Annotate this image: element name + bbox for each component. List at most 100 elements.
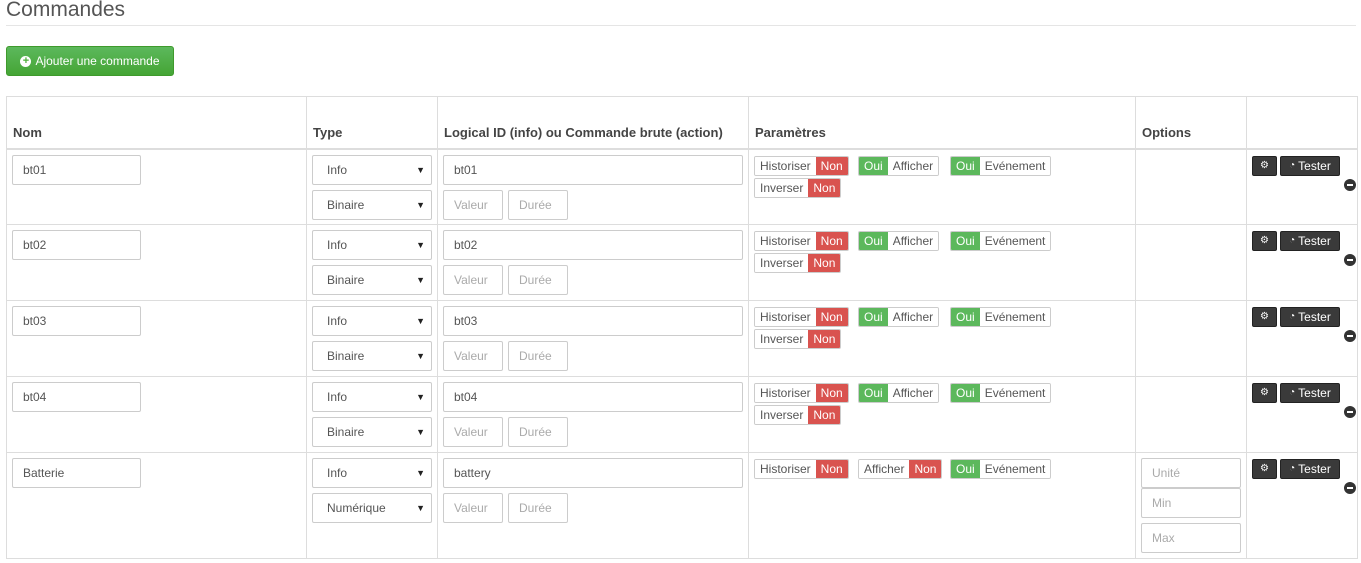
name-input[interactable]: bt04 [12, 382, 141, 412]
cell-params: Historiser Non Oui Afficher Oui Evénement Inve… [748, 224, 1136, 301]
test-button[interactable]: ◔ Tester [1280, 307, 1340, 327]
evenement-label: Evénement [979, 156, 1051, 175]
afficher-state: Oui [859, 384, 888, 402]
duration-input[interactable]: Durée [508, 493, 568, 523]
cell-type: Info ▼ Numérique ▼ [306, 452, 438, 559]
caret-down-icon: ▼ [416, 240, 425, 250]
type-select[interactable]: Info ▼ [312, 458, 432, 488]
afficher-toggle[interactable]: Oui Afficher [858, 155, 940, 176]
cell-options [1135, 376, 1247, 453]
test-button[interactable]: ◔ Tester [1280, 231, 1340, 251]
historiser-toggle[interactable]: Historiser Non [754, 155, 849, 176]
type-select[interactable]: Info ▼ [312, 382, 432, 412]
cell-name: bt01 [6, 148, 307, 225]
remove-icon[interactable] [1344, 406, 1356, 418]
duration-input[interactable]: Durée [508, 265, 568, 295]
cell-name: bt02 [6, 224, 307, 301]
afficher-label: Afficher [887, 232, 939, 250]
test-button[interactable]: ◔ Tester [1280, 383, 1340, 403]
name-input[interactable]: bt02 [12, 230, 141, 260]
historiser-toggle[interactable]: Historiser Non [754, 231, 849, 251]
add-command-button[interactable]: + Ajouter une commande [6, 46, 174, 76]
afficher-toggle[interactable]: Oui Afficher [858, 383, 940, 403]
afficher-toggle[interactable]: Oui Afficher [858, 231, 940, 251]
logical-id-input[interactable]: bt02 [443, 230, 743, 260]
cell-type: Info ▼ Binaire ▼ [306, 148, 438, 225]
name-input[interactable]: bt03 [12, 306, 141, 336]
subtype-select[interactable]: Binaire ▼ [312, 341, 432, 371]
test-button[interactable]: ◔ Tester [1280, 459, 1340, 479]
configure-button[interactable]: ⚙ [1252, 383, 1277, 403]
evenement-toggle[interactable]: Oui Evénement [950, 307, 1052, 327]
cell-params: Historiser Non Oui Afficher Oui Evénement Inve… [748, 376, 1136, 453]
evenement-toggle[interactable]: Oui Evénement [950, 383, 1052, 403]
logical-id-input[interactable]: bt01 [443, 154, 743, 185]
inverser-toggle[interactable]: Inverser Non [754, 329, 842, 349]
configure-button[interactable]: ⚙ [1252, 307, 1277, 327]
value-input[interactable]: Valeur [443, 189, 503, 220]
afficher-state: Oui [859, 156, 888, 175]
subtype-select[interactable]: Binaire ▼ [312, 417, 432, 447]
value-input[interactable]: Valeur [443, 341, 503, 371]
unit-input[interactable]: Unité [1141, 458, 1241, 488]
evenement-toggle[interactable]: Oui Evénement [950, 459, 1052, 479]
gears-icon: ⚙ [1260, 387, 1269, 398]
table-row: Batterie Info ▼ Numérique ▼ battery Vale… [6, 452, 1358, 559]
logical-id-input[interactable]: bt04 [443, 382, 743, 412]
configure-button[interactable]: ⚙ [1252, 231, 1277, 251]
gears-icon: ⚙ [1260, 235, 1269, 246]
value-input[interactable]: Valeur [443, 493, 503, 523]
type-select[interactable]: Info ▼ [312, 230, 432, 260]
logical-id-input[interactable]: battery [443, 458, 743, 488]
subtype-select[interactable]: Binaire ▼ [312, 189, 432, 220]
duration-input[interactable]: Durée [508, 341, 568, 371]
inverser-toggle[interactable]: Inverser Non [754, 253, 842, 273]
cell-logical-id: bt01 Valeur Durée [437, 148, 749, 225]
logical-id-input[interactable]: bt03 [443, 306, 743, 336]
historiser-label: Historiser [755, 156, 816, 175]
configure-button[interactable]: ⚙ [1252, 155, 1277, 176]
remove-icon[interactable] [1344, 330, 1356, 342]
table-row: bt02 Info ▼ Binaire ▼ bt02 Valeur Durée … [6, 224, 1358, 301]
caret-down-icon: ▼ [416, 316, 425, 326]
afficher-toggle[interactable]: Oui Afficher [858, 307, 940, 327]
value-input[interactable]: Valeur [443, 265, 503, 295]
type-select[interactable]: Info ▼ [312, 154, 432, 185]
cell-logical-id: bt04 Valeur Durée [437, 376, 749, 453]
name-input[interactable]: bt01 [12, 154, 141, 185]
cell-options [1135, 300, 1247, 377]
historiser-toggle[interactable]: Historiser Non [754, 307, 849, 327]
name-input[interactable]: Batterie [12, 458, 141, 488]
duration-input[interactable]: Durée [508, 417, 568, 447]
inverser-toggle[interactable]: Inverser Non [754, 177, 842, 198]
max-input[interactable]: Max [1141, 523, 1241, 553]
historiser-state: Non [815, 156, 848, 175]
remove-icon[interactable] [1344, 254, 1356, 266]
type-value: Info [327, 314, 348, 328]
configure-button[interactable]: ⚙ [1252, 459, 1277, 479]
inverser-toggle[interactable]: Inverser Non [754, 405, 842, 425]
min-input[interactable]: Min [1141, 488, 1241, 518]
caret-down-icon: ▼ [416, 503, 425, 513]
historiser-toggle[interactable]: Historiser Non [754, 383, 849, 403]
test-button[interactable]: ◔ Tester [1280, 155, 1340, 176]
subtype-select[interactable]: Binaire ▼ [312, 265, 432, 295]
header-type: Type [306, 96, 438, 150]
test-label: Tester [1298, 386, 1331, 400]
evenement-toggle[interactable]: Oui Evénement [950, 231, 1052, 251]
cell-actions: ⚙ ◔ Tester [1246, 300, 1358, 377]
inverser-state: Non [808, 330, 841, 348]
remove-icon[interactable] [1344, 178, 1356, 191]
rss-icon: ◔ [1289, 387, 1296, 398]
afficher-label: Afficher [859, 460, 910, 478]
section-title: Commandes [6, 0, 1356, 26]
table-row: bt03 Info ▼ Binaire ▼ bt03 Valeur Durée … [6, 300, 1358, 377]
afficher-toggle[interactable]: Afficher Non [858, 459, 943, 479]
type-select[interactable]: Info ▼ [312, 306, 432, 336]
value-input[interactable]: Valeur [443, 417, 503, 447]
historiser-toggle[interactable]: Historiser Non [754, 459, 849, 479]
remove-icon[interactable] [1344, 482, 1356, 494]
evenement-toggle[interactable]: Oui Evénement [950, 155, 1052, 176]
subtype-select[interactable]: Numérique ▼ [312, 493, 432, 523]
duration-input[interactable]: Durée [508, 189, 568, 220]
